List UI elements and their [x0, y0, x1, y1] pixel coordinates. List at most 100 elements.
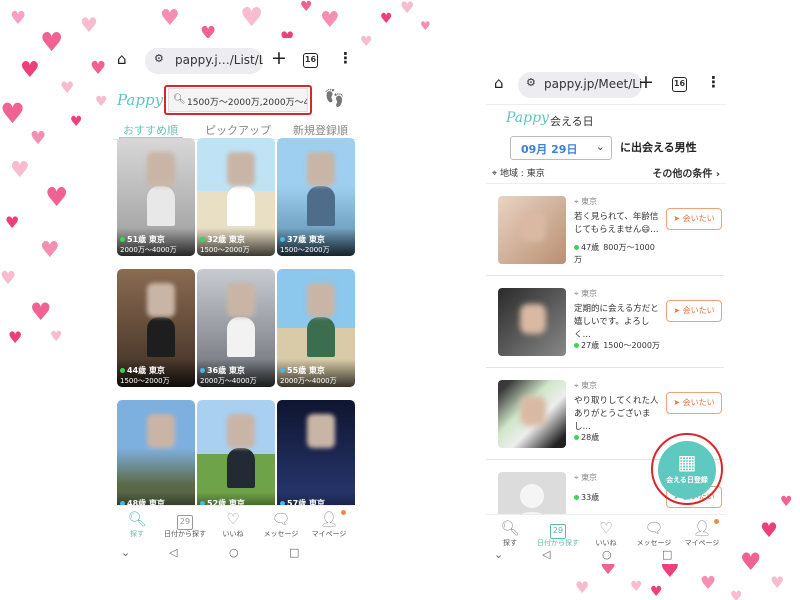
meet-card[interactable]: ⌖ 東京 定期的に会える方だと嬉しいです。よろしく… 27歳 1500〜2000万 ➤ … — [486, 278, 724, 368]
home-circle-icon[interactable]: ○ — [602, 548, 612, 561]
browser-toolbar: ⌂ ⚙ pappy.jp/Meet/Lis + 16 ⋮ — [486, 58, 726, 108]
tab-new[interactable]: 新規登録順 — [293, 122, 348, 138]
profile-tile[interactable]: 36歳 東京 2000万〜4000万 — [197, 269, 275, 387]
date-select[interactable]: 09月 29日 ⌄ — [510, 136, 612, 160]
home-circle-icon[interactable]: ○ — [229, 546, 239, 559]
heart-decoration-icon: ♥ — [10, 8, 27, 29]
profile-photo-person — [147, 186, 175, 226]
home-icon[interactable]: ⌂ — [117, 50, 127, 68]
want-to-meet-button[interactable]: ➤ 会いたい — [666, 208, 722, 230]
heart-decoration-icon: ♥ — [60, 78, 75, 97]
profile-tile[interactable]: 55歳 東京 2000万〜4000万 — [277, 269, 355, 387]
back-icon[interactable]: ◁ — [169, 546, 177, 559]
plus-icon[interactable]: + — [638, 71, 654, 93]
nav-like[interactable]: ♡ いいね — [209, 510, 257, 539]
address-bar[interactable]: ⚙ pappy.jp/Meet/Lis — [518, 72, 642, 98]
blurred-face — [307, 283, 335, 317]
meet-card[interactable]: ⌖ 東京 若く見られて、年齢信じてもらえません😄… 47歳 800万〜1000万 ➤ 会… — [486, 186, 724, 276]
status-dot — [280, 368, 285, 373]
heart-decoration-icon: ♥ — [8, 328, 23, 347]
url-text: pappy.j…/List/Lo — [175, 53, 263, 67]
profile-tile[interactable]: 37歳 東京 1500〜2000万 — [277, 138, 355, 256]
heart-decoration-icon: ♥ — [70, 114, 83, 130]
profile-photo-person — [227, 317, 255, 357]
highlight-annotation — [164, 85, 312, 115]
back-icon[interactable]: ◁ — [542, 548, 550, 561]
profile-tile[interactable]: 48歳 東京1500〜2000万 — [117, 400, 195, 520]
plus-icon[interactable]: + — [271, 47, 287, 69]
blurred-face — [307, 152, 335, 186]
heart-decoration-icon: ♥ — [575, 578, 590, 597]
send-icon: ➤ — [673, 398, 683, 407]
card-age: 47歳 — [581, 243, 600, 252]
tune-icon[interactable]: ⚙ — [526, 76, 536, 89]
recents-icon[interactable]: □ — [289, 546, 299, 559]
profile-income: 2000万〜4000万 — [200, 377, 257, 385]
card-message: やり取りしてくれた人ありがとうございまし… — [574, 396, 659, 432]
profile-age-location: 55歳 東京 — [287, 366, 325, 375]
chevron-right-icon: › — [715, 169, 720, 180]
more-vertical-icon[interactable]: ⋮ — [338, 49, 353, 67]
tabs-count-button[interactable]: 16 — [303, 53, 318, 68]
status-dot — [120, 237, 125, 242]
nav-date-search[interactable]: 29 日付から探す — [161, 510, 209, 539]
want-to-meet-button[interactable]: ➤ 会いたい — [666, 300, 722, 322]
tab-recommended[interactable]: おすすめ順 — [123, 122, 178, 138]
filter-row: ⌖ 地域 : 東京 その他の条件 › — [486, 162, 726, 184]
more-conditions-link[interactable]: その他の条件 › — [652, 165, 720, 180]
heart-decoration-icon: ♥ — [650, 584, 663, 600]
nav-message[interactable]: 🗨︎ メッセージ — [630, 519, 678, 548]
profile-caption: 55歳 東京 2000万〜4000万 — [277, 359, 355, 387]
send-icon: ➤ — [673, 214, 683, 223]
card-location: ⌖ 東京 — [574, 289, 598, 298]
tune-icon[interactable]: ⚙ — [154, 52, 164, 65]
address-bar[interactable]: ⚙ pappy.j…/List/Lo — [145, 48, 263, 74]
footprint-icon[interactable]: 👣︎ — [323, 88, 346, 109]
nav-mypage[interactable]: 👤︎ マイページ — [305, 510, 353, 539]
profile-photo[interactable] — [498, 196, 566, 264]
heart-decoration-icon: ♥ — [30, 128, 47, 149]
pin-icon: ⌖ — [574, 473, 582, 482]
heart-decoration-icon: ♥ — [0, 268, 17, 289]
profile-tile[interactable]: 51歳 東京 2000万〜4000万 — [117, 138, 195, 256]
chevron-down-icon[interactable]: ⌄ — [121, 546, 130, 559]
nav-search[interactable]: 🔍︎ 探す — [113, 510, 161, 539]
profile-tile[interactable]: 32歳 東京 1500〜2000万 — [197, 138, 275, 256]
heart-decoration-icon: ♥ — [380, 11, 393, 27]
card-meta: 33歳 — [574, 492, 599, 503]
card-meta: 27歳 1500〜2000万 — [574, 340, 660, 351]
search-icon: 🔍︎ — [127, 510, 147, 528]
status-dot — [574, 495, 579, 500]
nav-search[interactable]: 🔍︎ 探す — [486, 519, 534, 548]
heart-decoration-icon: ♥ — [40, 28, 64, 58]
profile-tile[interactable]: 52歳 東京1500〜2000万 — [197, 400, 275, 520]
heart-decoration-icon: ♥ — [20, 58, 40, 83]
profile-photo-person — [307, 186, 335, 226]
card-location: ⌖ 東京 — [574, 381, 598, 390]
profile-income: 2000万〜4000万 — [120, 246, 177, 254]
nav-mypage[interactable]: 👤︎ マイページ — [678, 519, 726, 548]
heart-decoration-icon: ♥ — [240, 3, 264, 33]
home-icon[interactable]: ⌂ — [494, 74, 504, 92]
recents-icon[interactable]: □ — [662, 548, 672, 561]
pin-icon: ⌖ — [574, 289, 582, 298]
tabs-count-button[interactable]: 16 — [672, 77, 687, 92]
profile-tile[interactable]: 44歳 東京 1500〜2000万 — [117, 269, 195, 387]
chevron-down-icon[interactable]: ⌄ — [494, 548, 503, 561]
heart-decoration-icon: ♥ — [730, 589, 743, 600]
profile-photo[interactable] — [498, 380, 566, 448]
profile-tile[interactable]: 57歳 東京2000万〜4000万 — [277, 400, 355, 520]
tab-pickup[interactable]: ピックアップ — [205, 122, 271, 138]
nav-like[interactable]: ♡ いいね — [582, 519, 630, 548]
search-icon: 🔍︎ — [500, 519, 520, 537]
heart-decoration-icon: ♥ — [740, 548, 762, 576]
blurred-face — [227, 152, 255, 186]
heart-decoration-icon: ♥ — [30, 298, 52, 326]
heart-decoration-icon: ♥ — [45, 183, 69, 213]
nav-message[interactable]: 🗨︎ メッセージ — [257, 510, 305, 539]
heart-decoration-icon: ♥ — [320, 8, 340, 33]
profile-photo[interactable] — [498, 288, 566, 356]
want-to-meet-button[interactable]: ➤ 会いたい — [666, 392, 722, 414]
more-vertical-icon[interactable]: ⋮ — [706, 73, 721, 91]
nav-date-search[interactable]: 29 日付から探す — [534, 519, 582, 548]
